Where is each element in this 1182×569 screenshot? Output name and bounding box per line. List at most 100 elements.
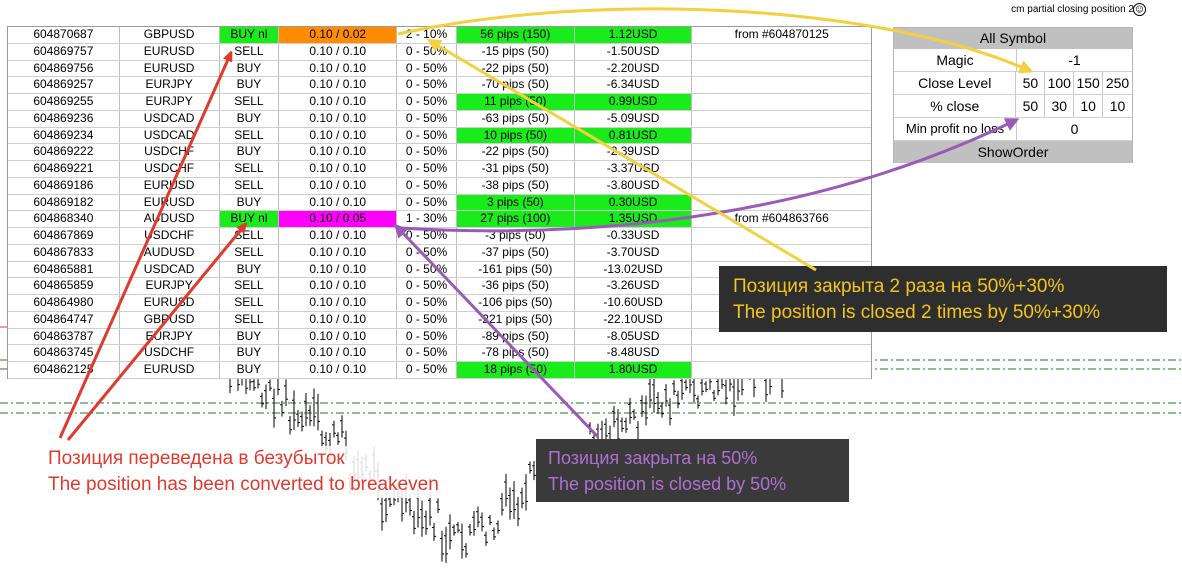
- ticket-cell: 604863745: [8, 345, 120, 361]
- symbol-cell: USDCAD: [120, 261, 220, 278]
- order-row[interactable]: 604869255 EURJPY SELL 0.10 / 0.10 0 - 50% 11 …: [8, 94, 871, 111]
- show-order-button[interactable]: ShowOrder: [894, 141, 1132, 163]
- pips-cell: -36 pips (50): [457, 278, 575, 294]
- ticket-cell: 604869186: [8, 177, 120, 194]
- ticket-cell: 604863787: [8, 328, 120, 345]
- level-cell: 0 - 50%: [397, 110, 457, 127]
- order-row[interactable]: 604867833 AUDUSD SELL 0.10 / 0.10 0 - 50% -37…: [8, 244, 871, 262]
- indicator-title: cm partial closing position 2: [1011, 4, 1134, 15]
- closed-twice-annotation-ru: Позиция закрыта 2 раза на 50%+30%: [733, 276, 1065, 297]
- symbol-cell: EURUSD: [120, 295, 220, 311]
- order-row[interactable]: 604862125 EURUSD BUY 0.10 / 0.10 0 - 50% 18 p…: [8, 362, 871, 379]
- symbol-cell: EURUSD: [120, 43, 220, 60]
- note-cell: [692, 77, 871, 93]
- lots-cell: 0.10 / 0.10: [279, 261, 398, 278]
- order-row[interactable]: 604867869 USDCHF SELL 0.10 / 0.10 0 - 50% -3 …: [8, 228, 871, 245]
- type-cell: SELL: [220, 311, 280, 328]
- percent-close-input-2[interactable]: 30: [1045, 95, 1075, 117]
- percent-close-label: % close: [894, 95, 1017, 117]
- percent-close-input-3[interactable]: 10: [1074, 95, 1104, 117]
- close-level-input-4[interactable]: 250: [1103, 72, 1132, 94]
- note-cell: [692, 128, 871, 144]
- pips-cell: -70 pips (50): [457, 77, 575, 93]
- note-cell: from #604870125: [734, 27, 829, 41]
- percent-close-input-4[interactable]: 10: [1103, 95, 1132, 117]
- order-row[interactable]: 604869186 EURUSD SELL 0.10 / 0.10 0 - 50% -38…: [8, 177, 871, 195]
- order-row[interactable]: 604869756 EURUSD BUY 0.10 / 0.10 0 - 50% -22 …: [8, 60, 871, 78]
- symbol-cell: EURJPY: [120, 94, 220, 110]
- lots-cell: 0.10 / 0.10: [279, 127, 398, 144]
- order-row[interactable]: 604869234 USDCAD SELL 0.10 / 0.10 0 - 50% 10 …: [8, 127, 871, 145]
- ticket-cell: 604864980: [8, 295, 120, 311]
- order-row[interactable]: 604869182 EURUSD BUY 0.10 / 0.10 0 - 50% 3 pi…: [8, 194, 871, 212]
- type-cell: SELL: [220, 161, 280, 177]
- profit-cell: -2.39USD: [575, 144, 693, 160]
- pips-cell: -15 pips (50): [457, 43, 575, 60]
- type-cell: SELL: [220, 244, 280, 261]
- level-cell: 0 - 50%: [397, 43, 457, 60]
- close-level-input-3[interactable]: 150: [1074, 72, 1104, 94]
- type-cell: SELL: [220, 228, 280, 244]
- type-cell: BUY: [220, 345, 280, 361]
- pips-cell: -221 pips (50): [457, 311, 575, 328]
- pips-cell: -3 pips (50): [457, 228, 575, 244]
- smiley-icon: ☺: [1133, 3, 1146, 16]
- pips-cell: -38 pips (50): [457, 177, 575, 194]
- note-cell: [692, 161, 871, 177]
- breakeven-annotation: Позиция переведена в безубыток The posit…: [48, 446, 439, 498]
- symbol-cell: USDCAD: [120, 127, 220, 144]
- order-row[interactable]: 604869257 EURJPY BUY 0.10 / 0.10 0 - 50% -70 …: [8, 77, 871, 94]
- pips-cell: 18 pips (50): [456, 362, 575, 378]
- ticket-cell: 604867869: [8, 228, 120, 244]
- profit-cell: -3.26USD: [575, 278, 693, 294]
- level-cell: 0 - 50%: [397, 328, 457, 345]
- symbol-cell: USDCHF: [120, 345, 220, 361]
- level-cell: 0 - 50%: [397, 261, 457, 278]
- note-cell: [692, 94, 871, 110]
- level-cell: 2 - 10%: [397, 27, 457, 43]
- magic-input[interactable]: -1: [1017, 49, 1132, 71]
- symbol-cell: GBPUSD: [120, 27, 220, 43]
- closed-50-annotation-en: The position is closed by 50%: [548, 474, 787, 494]
- note-cell: [692, 345, 871, 361]
- lots-cell: 0.10 / 0.10: [279, 278, 398, 294]
- close-level-input-1[interactable]: 50: [1016, 72, 1046, 94]
- order-row[interactable]: 604869221 USDCHF SELL 0.10 / 0.10 0 - 50% -31…: [8, 161, 871, 178]
- close-level-label: Close Level: [894, 72, 1017, 94]
- type-cell: BUY: [220, 328, 280, 345]
- order-row[interactable]: 604869236 USDCAD BUY 0.10 / 0.10 0 - 50% -63 …: [8, 110, 871, 128]
- symbol-cell: USDCHF: [120, 228, 220, 244]
- lots-cell: 0.10 / 0.10: [279, 328, 398, 345]
- all-symbol-button[interactable]: All Symbol: [894, 28, 1132, 49]
- symbol-cell: GBPUSD: [120, 311, 220, 328]
- breakeven-annotation-en: The position has been converted to break…: [48, 474, 439, 495]
- percent-close-input-1[interactable]: 50: [1016, 95, 1046, 117]
- symbol-cell: EURJPY: [120, 328, 220, 345]
- pips-cell: -78 pips (50): [457, 345, 575, 361]
- note-cell: [692, 362, 871, 378]
- note-cell: [692, 228, 871, 244]
- level-cell: 0 - 50%: [397, 161, 457, 177]
- close-level-input-2[interactable]: 100: [1045, 72, 1075, 94]
- order-row[interactable]: 604869757 EURUSD SELL 0.10 / 0.10 0 - 50% -15…: [8, 43, 871, 61]
- level-cell: 1 - 30%: [397, 211, 457, 227]
- order-row[interactable]: 604868340 AUDUSD BUY nl 0.10 / 0.05 1 - 30% 2…: [8, 211, 871, 228]
- order-row[interactable]: 604869222 USDCHF BUY 0.10 / 0.10 0 - 50% -22 …: [8, 144, 871, 161]
- type-cell: BUY: [220, 362, 280, 378]
- symbol-cell: EURUSD: [120, 60, 220, 77]
- lots-cell: 0.10 / 0.10: [279, 77, 398, 93]
- pips-cell: -63 pips (50): [457, 110, 575, 127]
- closed-twice-annotation-en: The position is closed 2 times by 50%+30…: [733, 302, 1101, 323]
- ticket-cell: 604862125: [8, 362, 120, 378]
- min-profit-input[interactable]: 0: [1017, 118, 1132, 140]
- profit-cell: -3.37USD: [575, 161, 693, 177]
- note-cell: [692, 144, 871, 160]
- profit-cell: 1.80USD: [574, 362, 693, 378]
- order-row[interactable]: 604863745 USDCHF BUY 0.10 / 0.10 0 - 50% -78 …: [8, 345, 871, 362]
- level-cell: 0 - 50%: [397, 94, 457, 110]
- order-row[interactable]: 604870687 GBPUSD BUY nl 0.10 / 0.02 2 - 10% 5…: [8, 27, 871, 44]
- lots-cell: 0.10 / 0.10: [279, 228, 398, 244]
- note-cell: [692, 44, 871, 60]
- lots-cell: 0.10 / 0.10: [279, 244, 398, 261]
- type-cell: BUY: [220, 194, 280, 211]
